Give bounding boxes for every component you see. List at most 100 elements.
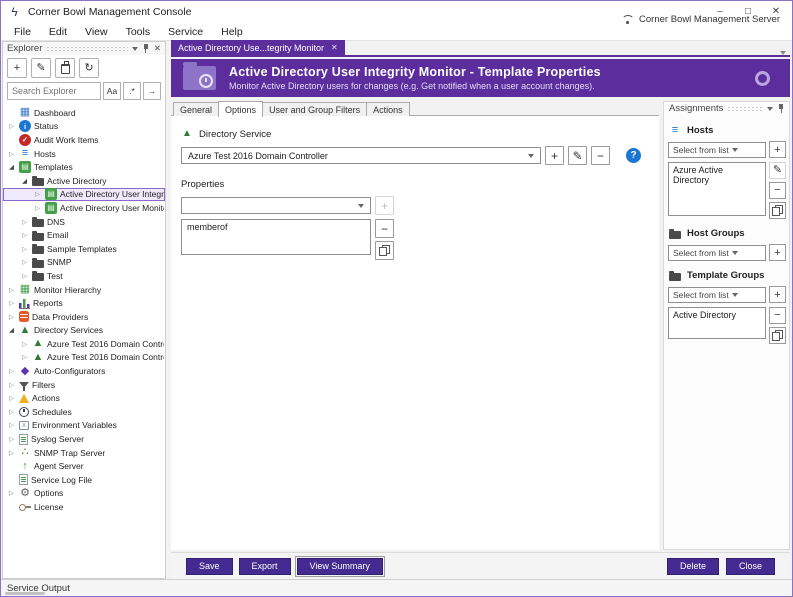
close-panel-icon[interactable]: ✕ [154,43,161,54]
tree-item-hosts[interactable]: ▷ ≡ Hosts [3,147,165,161]
expander-icon[interactable]: ▷ [33,204,42,212]
edit-host-button[interactable]: ✎ [769,162,786,179]
tab-overflow-chevron-icon[interactable] [780,51,786,55]
tree-item-sample-templates[interactable]: ▷ Sample Templates [3,242,165,256]
search-go-button[interactable]: → [143,82,161,100]
add-directory-service-button[interactable]: + [545,146,564,165]
directory-service-select[interactable]: Azure Test 2016 Domain Controller [181,147,541,164]
menu-edit[interactable]: Edit [40,26,76,38]
expander-icon[interactable]: ◢ [20,177,29,185]
template-groups-select[interactable]: Select from list [668,286,766,303]
tree-item-options[interactable]: ▷ ⚙ Options [3,487,165,501]
edit-button[interactable]: ✎ [31,58,51,78]
hosts-select[interactable]: Select from list [668,141,766,158]
expander-icon[interactable]: ▷ [7,313,16,321]
remove-directory-service-button[interactable]: − [591,146,610,165]
match-case-button[interactable]: Aa [103,82,121,100]
properties-listbox[interactable]: memberof [181,219,371,255]
tree-item-snmp[interactable]: ▷ SNMP [3,256,165,270]
view-summary-button[interactable]: View Summary [294,555,385,577]
hosts-listbox[interactable]: Azure Active Directory [668,162,766,216]
property-item[interactable]: memberof [187,222,365,233]
tree-item-dashboard[interactable]: ▦ Dashboard [3,106,165,120]
tree-item-license[interactable]: License [3,500,165,514]
remove-template-group-button[interactable]: − [769,307,786,324]
expander-icon[interactable]: ◢ [7,326,16,334]
expander-icon[interactable]: ▷ [20,340,29,348]
tab-general[interactable]: General [173,102,220,116]
expander-icon[interactable]: ▷ [7,489,16,497]
tree-item-reports[interactable]: ▷ Reports [3,296,165,310]
delete-button[interactable] [55,58,75,78]
add-host-groups-button[interactable]: + [769,244,786,261]
expander-icon[interactable]: ▷ [7,286,16,294]
tab-user-and-group-filters[interactable]: User and Group Filters [262,102,368,116]
tree-item-test[interactable]: ▷ Test [3,269,165,283]
expander-icon[interactable]: ▷ [7,122,16,130]
remove-property-button[interactable]: − [375,219,394,238]
tree-item-data-providers[interactable]: ▷ Data Providers [3,310,165,324]
tab-actions[interactable]: Actions [366,102,410,116]
expander-icon[interactable]: ▷ [7,435,16,443]
tree-item-azure-test-2016-domain-controller-ssl[interactable]: ▷▲Azure Test 2016 Domain Controller (SSL… [3,351,165,365]
pin-icon[interactable] [777,103,785,114]
expander-icon[interactable]: ▷ [7,367,16,375]
expander-icon[interactable]: ▷ [20,218,29,226]
add-hosts-button[interactable]: + [769,141,786,158]
tab-options[interactable]: Options [218,101,264,117]
export-button[interactable]: Export [238,557,291,575]
expander-icon[interactable]: ▷ [7,421,16,429]
expander-icon[interactable]: ▷ [20,353,29,361]
expander-icon[interactable]: ▷ [20,258,29,266]
tree-item-snmp-trap-server[interactable]: ▷ ∴ SNMP Trap Server [3,446,165,460]
expander-icon[interactable]: ▷ [7,299,16,307]
help-icon[interactable]: ? [626,148,641,163]
template-groups-listbox[interactable]: Active Directory [668,307,766,339]
expander-icon[interactable]: ▷ [7,381,16,389]
tab-close-icon[interactable]: ✕ [331,43,338,52]
menu-service[interactable]: Service [159,26,212,38]
drag-texture[interactable] [46,45,128,52]
tree-item-audit-work-items[interactable]: ✓ Audit Work Items [3,133,165,147]
tree-item-environment-variables[interactable]: ▷ x Environment Variables [3,419,165,433]
tree-item-active-directory[interactable]: ◢ Active Directory [3,174,165,188]
template-groups-item[interactable]: Active Directory [673,310,761,321]
host-groups-select[interactable]: Select from list [668,244,766,261]
close-button[interactable]: Close [725,557,775,575]
properties-select[interactable] [181,197,371,214]
pin-icon[interactable] [142,43,150,54]
menu-view[interactable]: View [76,26,117,38]
save-button[interactable]: Save [186,557,233,575]
chevron-down-icon[interactable] [131,46,138,51]
expander-icon[interactable]: ▷ [33,190,42,198]
regex-button[interactable]: .* [123,82,141,100]
remove-host-button[interactable]: − [769,182,786,199]
tree-item-service-log-file[interactable]: Service Log File [3,473,165,487]
add-property-button[interactable]: + [375,196,394,215]
add-template-groups-button[interactable]: + [769,286,786,303]
expander-icon[interactable]: ▷ [20,231,29,239]
horizontal-scrollbar-thumb[interactable] [5,592,45,595]
expander-icon[interactable]: ▷ [7,150,16,158]
tree-item-agent-server[interactable]: ↑ Agent Server [3,459,165,473]
menu-help[interactable]: Help [212,26,252,38]
expander-icon[interactable]: ▷ [7,408,16,416]
search-input[interactable] [7,82,101,100]
expander-icon[interactable]: ▷ [7,394,16,402]
add-button[interactable]: + [7,58,27,78]
delete-button[interactable]: Delete [666,557,719,575]
expander-icon[interactable]: ◢ [7,163,16,171]
drag-texture[interactable] [727,105,763,112]
chevron-down-icon[interactable] [767,106,773,111]
tree-item-templates[interactable]: ◢ ▤ Templates [3,160,165,174]
edit-directory-service-button[interactable]: ✎ [568,146,587,165]
menu-file[interactable]: File [5,26,40,38]
document-tab[interactable]: Active Directory Use...tegrity Monitor ✕ [171,40,345,55]
expander-icon[interactable]: ▷ [7,449,16,457]
tree-item-active-directory-user-monitor[interactable]: ▷ ▤ Active Directory User Monitor [3,201,165,215]
tree-item-schedules[interactable]: ▷ Schedules [3,405,165,419]
copy-host-button[interactable] [769,202,786,219]
menu-tools[interactable]: Tools [117,26,160,38]
tree-item-directory-services[interactable]: ◢ ▲ Directory Services [3,324,165,338]
tree-item-dns[interactable]: ▷ DNS [3,215,165,229]
